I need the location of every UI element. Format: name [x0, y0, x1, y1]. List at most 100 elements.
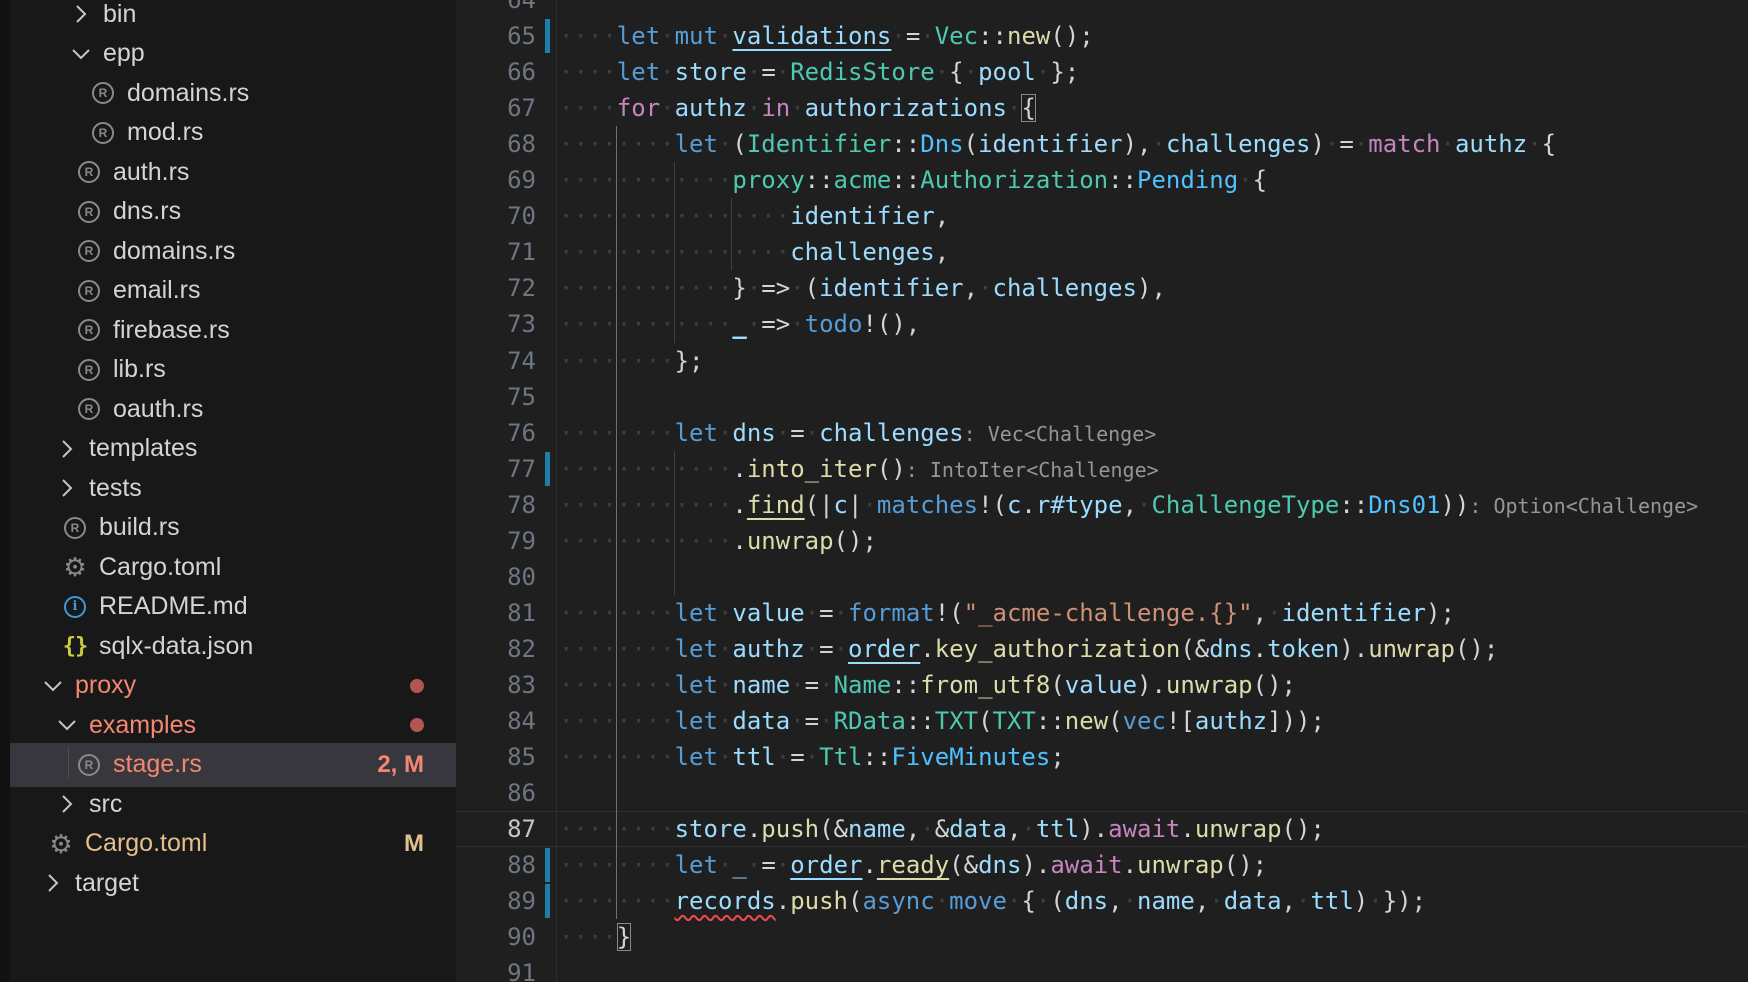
code-line[interactable]: 84 ········let·data·=·RData::TXT(TXT::new… — [456, 703, 1748, 739]
code-line[interactable]: 85 ········let·ttl·=·Ttl::FiveMinutes; — [456, 739, 1748, 775]
chevron-right-icon — [69, 2, 93, 26]
code-token: . — [732, 526, 747, 555]
tree-item[interactable]: Remail.rs — [10, 269, 456, 313]
tree-item[interactable]: Roauth.rs — [10, 387, 456, 431]
tree-item[interactable]: Rbuild.rs — [10, 506, 456, 550]
code-token: authz — [1194, 707, 1268, 735]
whitespace-marker: · — [717, 707, 733, 735]
code-token: = — [790, 418, 805, 447]
code-token: => — [761, 310, 791, 339]
tree-item[interactable]: i README.md — [10, 585, 456, 629]
tree-item[interactable]: epp — [10, 32, 456, 76]
code-token: (); — [1252, 670, 1296, 699]
code-line[interactable]: 81 ········let·value·=·format!("_acme-cha… — [456, 595, 1748, 631]
tree-item[interactable]: tests — [10, 466, 456, 510]
code-line[interactable]: 82 ········let·authz·=·order.key_authoriz… — [456, 631, 1748, 667]
code-line[interactable]: 71 ················challenges, — [456, 234, 1748, 270]
code-token: (| — [804, 490, 834, 519]
code-token: authz — [732, 634, 805, 663]
code-text: ············}·=>·(identifier,·challenges… — [559, 270, 1166, 306]
tree-item[interactable]: ⚙ Cargo.toml — [10, 545, 456, 589]
tree-item-label: auth.rs — [113, 157, 190, 186]
code-line[interactable]: 88 ········let·_·=·order.ready(&dns).awai… — [456, 847, 1748, 883]
code-line[interactable]: 78 ············.find(|c|·matches!(c.r#typ… — [456, 487, 1748, 523]
code-token: !( — [934, 598, 964, 627]
code-token: = — [905, 22, 921, 51]
indent-guide — [615, 126, 617, 920]
tree-item[interactable]: Rauth.rs — [10, 150, 456, 194]
code-line[interactable]: 68 ········let·(Identifier::Dns(identifie… — [456, 126, 1748, 162]
tree-item[interactable]: Rdns.rs — [10, 190, 456, 234]
code-line[interactable]: 83 ········let·name·=·Name::from_utf8(val… — [456, 667, 1748, 703]
code-editor[interactable]: 64 65 ····let·mut·validations·=·Vec::new()… — [456, 0, 1748, 982]
code-token: { — [1252, 166, 1268, 195]
code-line[interactable]: 91 — [456, 955, 1748, 982]
rust-file-icon: R — [75, 158, 103, 186]
code-token: = — [819, 634, 834, 663]
code-line[interactable]: 89 ········records.push(async·move·{·(dns… — [456, 883, 1748, 919]
code-line[interactable]: 70 ················identifier, — [456, 198, 1748, 234]
code-line[interactable]: 75 — [456, 379, 1748, 415]
code-token: , — [934, 238, 950, 267]
tree-item-label: Cargo.toml — [99, 552, 222, 581]
code-token: vec — [1122, 707, 1166, 735]
tree-item[interactable]: examples — [10, 703, 456, 747]
code-line[interactable]: 90 ····} — [456, 919, 1748, 955]
whitespace-marker: · — [1035, 58, 1051, 87]
code-line[interactable]: 65 ····let·mut·validations·=·Vec::new(); — [456, 18, 1748, 54]
whitespace-marker: ········ — [559, 887, 675, 916]
line-number: 70 — [507, 202, 536, 231]
code-token: , — [963, 274, 979, 303]
tree-item[interactable]: templates — [10, 427, 456, 471]
code-line[interactable]: 69 ············proxy::acme::Authorization… — [456, 162, 1748, 198]
code-token: Name — [833, 670, 892, 699]
code-token: new — [1007, 22, 1051, 51]
code-token: | — [848, 490, 863, 519]
code-token: :: — [1339, 490, 1369, 519]
tree-item-label: oauth.rs — [113, 394, 204, 423]
code-token: . — [775, 887, 791, 916]
tree-item[interactable]: Rstage.rs 2, M — [10, 742, 456, 787]
code-line[interactable]: 87 ········store.push(&name,·&data,·ttl).… — [456, 811, 1748, 847]
tree-item[interactable]: Rdomains.rs — [10, 71, 456, 115]
line-number: 91 — [507, 959, 536, 982]
code-line[interactable]: 77 ············.into_iter(): IntoIter<Cha… — [456, 451, 1748, 487]
code-line[interactable]: 64 — [456, 0, 1748, 18]
tree-item[interactable]: ⚙ Cargo.toml M — [10, 822, 456, 866]
code-token: ])); — [1267, 707, 1325, 735]
tree-item[interactable]: target — [10, 861, 456, 905]
chevron-down-icon — [55, 713, 79, 737]
git-modified-marker — [545, 884, 550, 919]
tree-item-label: examples — [89, 710, 196, 739]
code-line[interactable]: 67 ····for·authz·in·authorizations·{ — [456, 90, 1748, 126]
code-token: c — [833, 490, 848, 519]
tree-item[interactable]: Rlib.rs — [10, 348, 456, 392]
code-token: identifier — [1281, 598, 1427, 627]
code-line[interactable]: 72 ············}·=>·(identifier,·challeng… — [456, 270, 1748, 306]
whitespace-marker: · — [934, 58, 950, 87]
tree-item[interactable]: Rmod.rs — [10, 111, 456, 155]
tree-item[interactable]: {} sqlx-data.json — [10, 624, 456, 668]
code-token: name — [848, 815, 906, 844]
code-line[interactable]: 73 ············_·=>·todo!(), — [456, 306, 1748, 342]
vscode-window: bin epp Rdomains.rs Rmod.rs Rauth.rs Rdns.rs R… — [0, 0, 1748, 982]
tree-item[interactable]: Rfirebase.rs — [10, 308, 456, 352]
code-token: (& — [819, 815, 848, 844]
code-token: order — [790, 851, 863, 880]
code-text: ········}; — [559, 343, 704, 379]
code-line[interactable]: 86 — [456, 775, 1748, 811]
tree-item[interactable]: Rdomains.rs — [10, 229, 456, 273]
code-token: into_iter — [746, 454, 877, 483]
code-token: ). — [1339, 634, 1369, 663]
code-line[interactable]: 74 ········}; — [456, 343, 1748, 379]
tree-item[interactable]: src — [10, 782, 456, 826]
code-token: (& — [949, 851, 979, 880]
code-token: let — [674, 743, 718, 772]
code-line[interactable]: 80 — [456, 559, 1748, 595]
code-token: ready — [876, 851, 950, 880]
code-line[interactable]: 79 ············.unwrap(); — [456, 523, 1748, 559]
code-line[interactable]: 76 ········let·dns·=·challenges: Vec<Chal… — [456, 415, 1748, 451]
code-token: push — [790, 887, 848, 916]
code-line[interactable]: 66 ····let·store·=·RedisStore·{·pool·}; — [456, 54, 1748, 90]
tree-item[interactable]: proxy — [10, 664, 456, 708]
